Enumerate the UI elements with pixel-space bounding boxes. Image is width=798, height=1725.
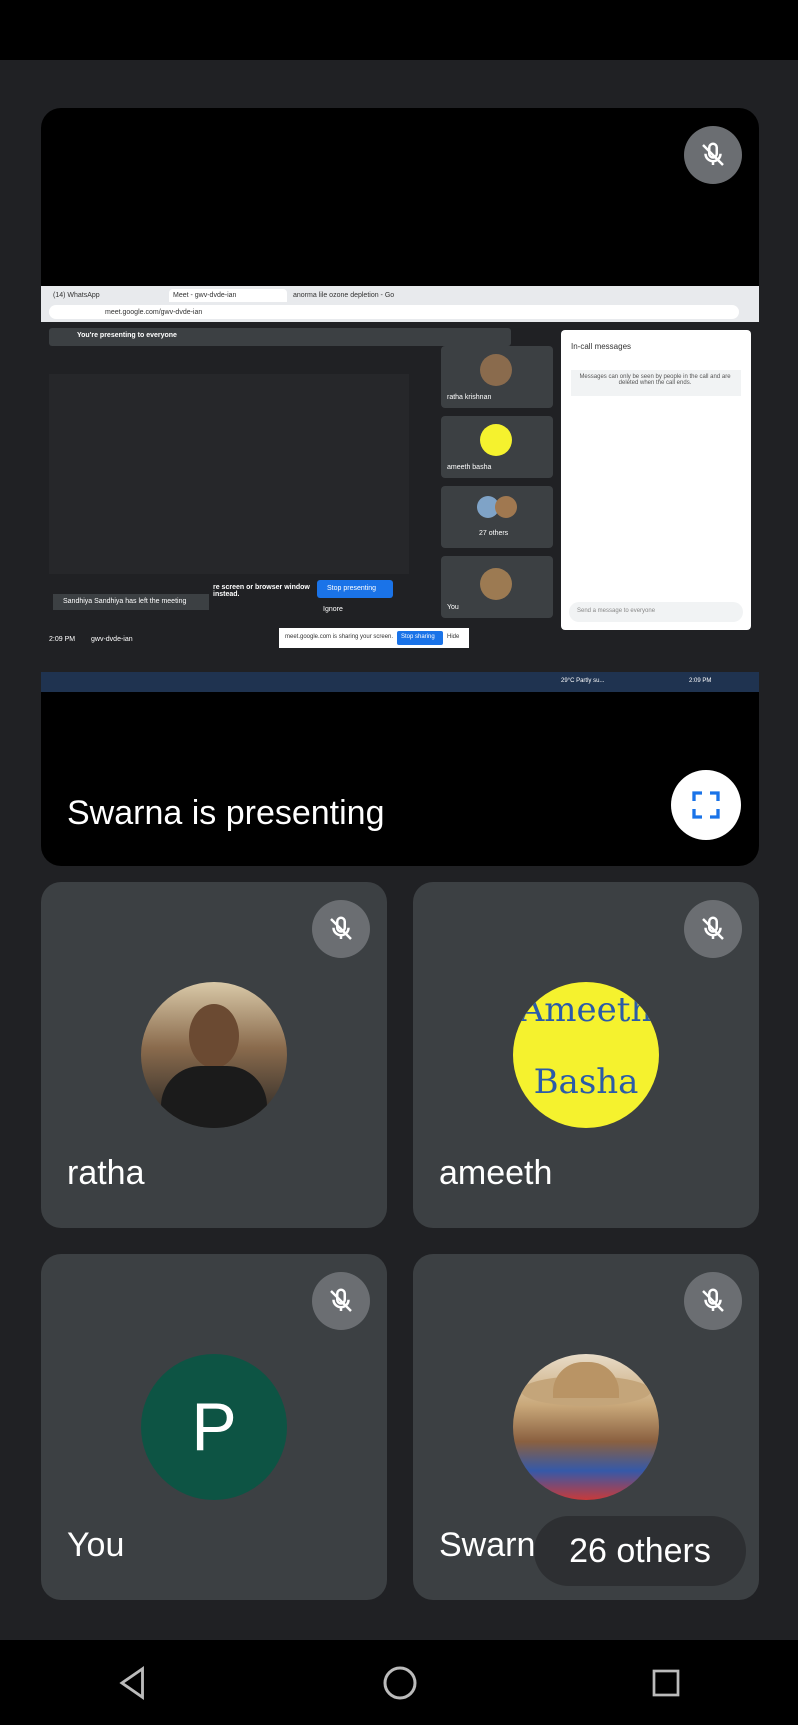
nested-screen [49,374,409,574]
windows-taskbar: 29°C Partly su... 2:09 PM [41,672,759,692]
stop-presenting-button: Stop presenting [317,580,393,598]
presenting-label: Swarna is presenting [67,794,385,832]
mini-tile-name: 27 others [479,530,509,537]
avatar [513,1354,659,1500]
status-bar [0,0,798,60]
participant-tile-ameeth[interactable]: Ameeth Basha ameeth [413,882,759,1228]
avatar: Ameeth Basha [513,982,659,1128]
shared-screen: (14) WhatsApp Meet - gwv-dvde-ian anorma… [41,286,759,692]
others-button[interactable]: 26 others [534,1516,746,1586]
recents-icon[interactable] [648,1665,684,1701]
presentation-tile[interactable]: (14) WhatsApp Meet - gwv-dvde-ian anorma… [41,108,759,866]
mic-off-icon [312,1272,370,1330]
chat-title: In-call messages [571,342,632,351]
sharing-bar: meet.google.com is sharing your screen. … [279,628,469,648]
mini-tile: ameeth basha [441,416,553,478]
chat-input-placeholder: Send a message to everyone [577,608,656,614]
meeting-time: 2:09 PM [49,636,76,643]
ignore-button: Ignore [323,606,343,613]
avatar: P [141,1354,287,1500]
people-count: 29 [689,626,696,632]
fullscreen-icon [692,791,720,819]
browser-tab: (14) WhatsApp [53,292,100,299]
clock: 2:09 PM [689,678,712,684]
participant-tile-ratha[interactable]: ratha [41,882,387,1228]
avatar [141,982,287,1128]
fullscreen-button[interactable] [671,770,741,840]
mini-tile-name: ameeth basha [447,464,492,471]
participant-name: ratha [67,1154,145,1192]
mini-tile-name: ratha krishnan [447,394,492,401]
mic-off-icon [684,126,742,184]
mini-tile-name: You [447,604,459,611]
participant-name: You [67,1526,125,1564]
mini-tile: You [441,556,553,618]
mic-off-icon [684,900,742,958]
mic-off-icon [684,1272,742,1330]
browser-tab-bar: (14) WhatsApp Meet - gwv-dvde-ian anorma… [41,286,759,322]
weather: 29°C Partly su... [561,678,605,684]
participant-name: ameeth [439,1154,553,1192]
home-icon[interactable] [380,1663,420,1703]
chat-panel: In-call messages Messages can only be se… [561,330,751,630]
participant-tile-you[interactable]: P You [41,1254,387,1600]
back-icon[interactable] [114,1664,152,1702]
mini-tile: 27 others [441,486,553,548]
navigation-bar [0,1640,798,1725]
left-meeting-toast: Sandhiya Sandhiya has left the meeting [53,594,209,610]
browser-tab: anorma lile ozone depletion - Go [293,292,395,299]
mic-off-icon [312,900,370,958]
meeting-code: gwv-dvde-ian [91,636,133,643]
browser-tab: Meet - gwv-dvde-ian [169,289,287,302]
presenting-banner: You're presenting to everyone [49,328,511,346]
address-bar: meet.google.com/gwv-dvde-ian [105,309,203,316]
dialog-text: re screen or browser window instead. [213,584,310,598]
chat-notice: Messages can only be seen by people in t… [579,374,731,386]
mini-tile: ratha krishnan [441,346,553,408]
presenting-banner-text: You're presenting to everyone [77,332,177,339]
